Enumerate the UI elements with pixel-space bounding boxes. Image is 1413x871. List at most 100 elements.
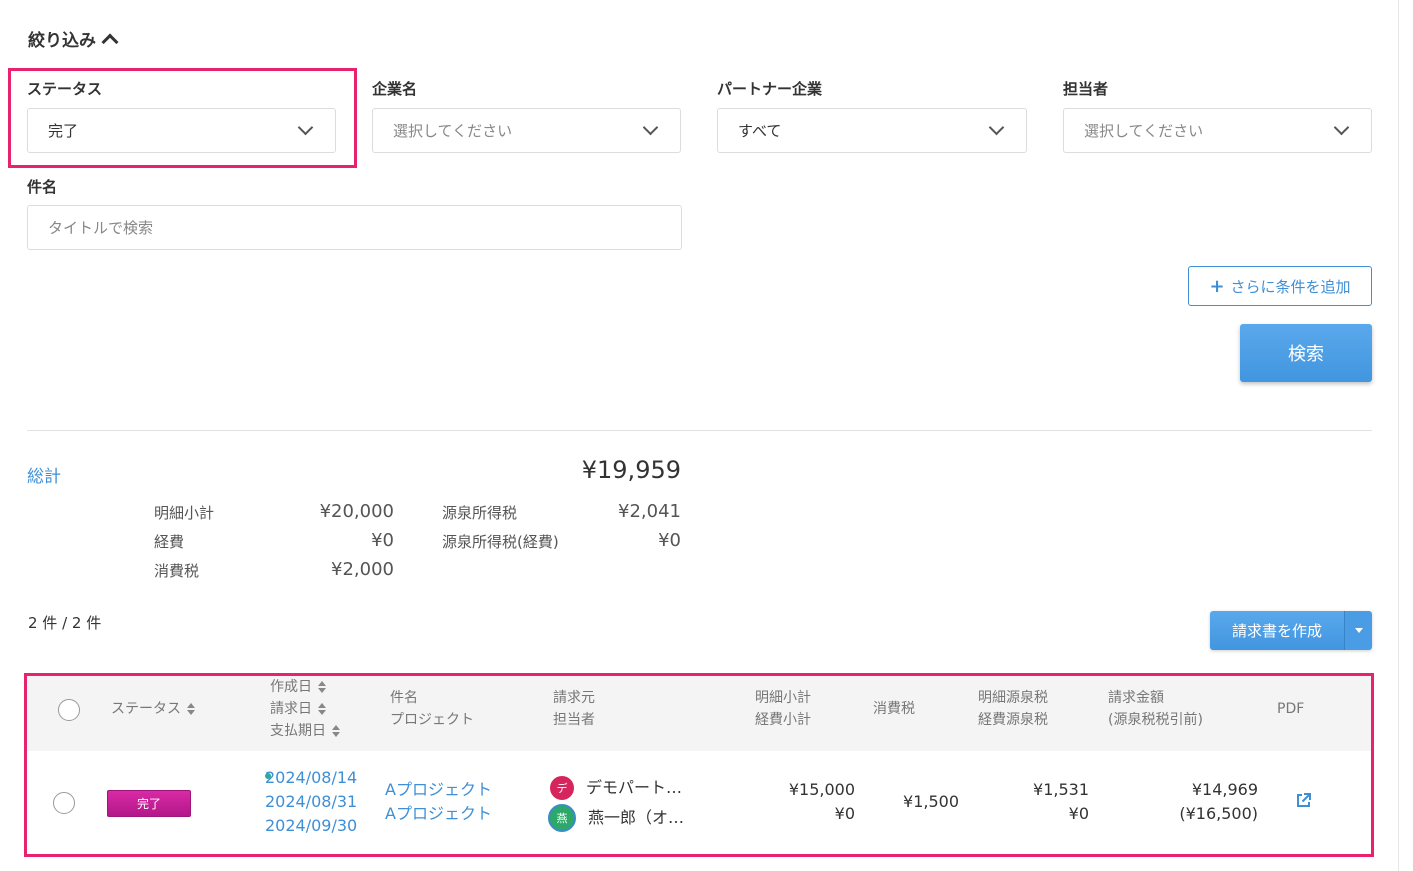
partner-select[interactable]: すべて [717, 108, 1027, 153]
summary-value: ¥2,041 [618, 501, 681, 522]
sort-icon [332, 725, 340, 737]
assignee-name: 燕一郎（オ… [588, 808, 685, 827]
search-button[interactable]: 検索 [1240, 324, 1372, 382]
status-select-value: 完了 [48, 122, 79, 140]
create-invoice-dropdown[interactable] [1344, 611, 1372, 650]
th-issuer-label: 請求元 [553, 690, 595, 706]
subtotal-cell: ¥15,000 ¥0 [755, 778, 855, 826]
issuer-name: デモパート… [586, 778, 683, 797]
summary-value: ¥2,000 [331, 559, 394, 580]
row-radio[interactable] [53, 792, 75, 814]
summary-label: 源泉所得税 [442, 504, 518, 522]
th-project-label: プロジェクト [390, 712, 474, 728]
project-link[interactable]: Aプロジェクト [385, 802, 492, 826]
status-badge: 完了 [107, 790, 191, 817]
divider [27, 430, 1372, 431]
filter-title: 絞り込み [28, 31, 96, 51]
chevron-down-icon [1333, 119, 1350, 136]
filter-toggle[interactable]: 絞り込み [28, 26, 119, 51]
th-amount-label: 請求金額 [1108, 690, 1164, 706]
expense-withholding-value: ¥0 [1068, 804, 1089, 823]
result-count: 2 件 / 2 件 [28, 614, 102, 632]
chevron-down-icon [642, 119, 659, 136]
summary-label: 明細小計 [154, 504, 215, 522]
due-date[interactable]: 2024/09/30 [265, 814, 357, 838]
sort-icon [318, 681, 326, 693]
summary-value: ¥0 [658, 530, 681, 551]
th-withholding-label: 明細源泉税 [978, 690, 1048, 706]
summary-label: 経費 [154, 533, 185, 551]
chevron-up-icon [101, 33, 119, 50]
partner-label: パートナー企業 [717, 80, 823, 98]
add-condition-button[interactable]: + さらに条件を追加 [1188, 266, 1372, 306]
issuer-cell: デ デモパート… [550, 776, 682, 800]
th-invoice-date-label: 請求日 [270, 701, 312, 717]
subject-input[interactable]: タイトルで検索 [27, 205, 682, 250]
th-expense-subtotal-label: 経費小計 [755, 712, 811, 728]
summary-label: 源泉所得税(経費) [442, 533, 559, 551]
totals-amount: ¥19,959 [581, 456, 681, 484]
th-withholding: 明細源泉税 経費源泉税 [978, 687, 1048, 731]
th-subject: 件名 プロジェクト [390, 687, 474, 731]
created-date[interactable]: 2024/08/14 [265, 766, 357, 790]
assignee-cell: 燕 燕一郎（オ… [548, 804, 684, 832]
withholding-cell: ¥1,531 ¥0 [990, 778, 1089, 826]
summary-value: ¥0 [371, 530, 394, 551]
th-assignee-label: 担当者 [553, 712, 595, 728]
th-subtotal: 明細小計 経費小計 [755, 687, 811, 731]
scrollbar[interactable] [1398, 0, 1399, 871]
external-link-icon[interactable] [1295, 792, 1312, 813]
create-invoice-label: 請求書を作成 [1231, 622, 1322, 640]
th-invoice-date[interactable]: 請求日 [270, 698, 340, 720]
status-select[interactable]: 完了 [27, 108, 336, 153]
totals-label[interactable]: 総計 [27, 462, 61, 487]
company-label: 企業名 [372, 80, 418, 98]
avatar: デ [550, 776, 574, 800]
th-amount: 請求金額 (源泉税税引前) [1108, 687, 1203, 731]
th-created-label: 作成日 [270, 679, 312, 695]
assignee-label: 担当者 [1063, 80, 1109, 98]
summary-value: ¥20,000 [319, 501, 394, 522]
summary-label: 消費税 [154, 562, 200, 580]
avatar: 燕 [548, 804, 576, 832]
th-issuer: 請求元 担当者 [553, 687, 595, 731]
invoice-date[interactable]: 2024/08/31 [265, 790, 357, 814]
th-created[interactable]: 作成日 [270, 676, 340, 698]
subtotal-value: ¥15,000 [788, 780, 855, 799]
new-indicator-dot [265, 773, 271, 779]
create-invoice-button-group: 請求書を作成 [1210, 611, 1372, 650]
caret-down-icon [1354, 628, 1363, 633]
assignee-select-placeholder: 選択してください [1084, 122, 1204, 140]
th-dates: 作成日 請求日 支払期日 [270, 676, 340, 742]
row-subject: Aプロジェクト Aプロジェクト [385, 778, 492, 826]
create-invoice-button[interactable]: 請求書を作成 [1210, 611, 1344, 650]
chevron-down-icon [988, 119, 1005, 136]
subject-link[interactable]: Aプロジェクト [385, 778, 492, 802]
th-expense-withholding-label: 経費源泉税 [978, 712, 1048, 728]
th-status-label: ステータス [111, 701, 181, 717]
sort-icon [318, 703, 326, 715]
subject-input-placeholder: タイトルで検索 [48, 219, 154, 237]
tax-value: ¥1,500 [903, 792, 959, 811]
th-due-date[interactable]: 支払期日 [270, 720, 340, 742]
amount-before-value: (¥16,500) [1179, 804, 1258, 823]
search-button-label: 検索 [1288, 344, 1324, 365]
th-subject-label: 件名 [390, 690, 418, 706]
row-dates: 2024/08/14 2024/08/31 2024/09/30 [265, 766, 357, 838]
th-amount-before-label: (源泉税税引前) [1108, 712, 1203, 728]
subject-label: 件名 [27, 178, 58, 196]
select-all-radio[interactable] [58, 699, 80, 721]
withholding-value: ¥1,531 [1033, 780, 1089, 799]
company-select[interactable]: 選択してください [372, 108, 681, 153]
assignee-select[interactable]: 選択してください [1063, 108, 1372, 153]
th-subtotal-label: 明細小計 [755, 690, 811, 706]
chevron-down-icon [297, 119, 314, 136]
amount-value: ¥14,969 [1191, 780, 1258, 799]
partner-select-value: すべて [738, 122, 782, 140]
th-pdf: PDF [1277, 701, 1305, 717]
company-select-placeholder: 選択してください [393, 122, 513, 140]
expense-subtotal-value: ¥0 [834, 804, 855, 823]
th-status[interactable]: ステータス [111, 698, 195, 720]
amount-cell: ¥14,969 (¥16,500) [1140, 778, 1258, 826]
th-tax: 消費税 [873, 701, 915, 717]
